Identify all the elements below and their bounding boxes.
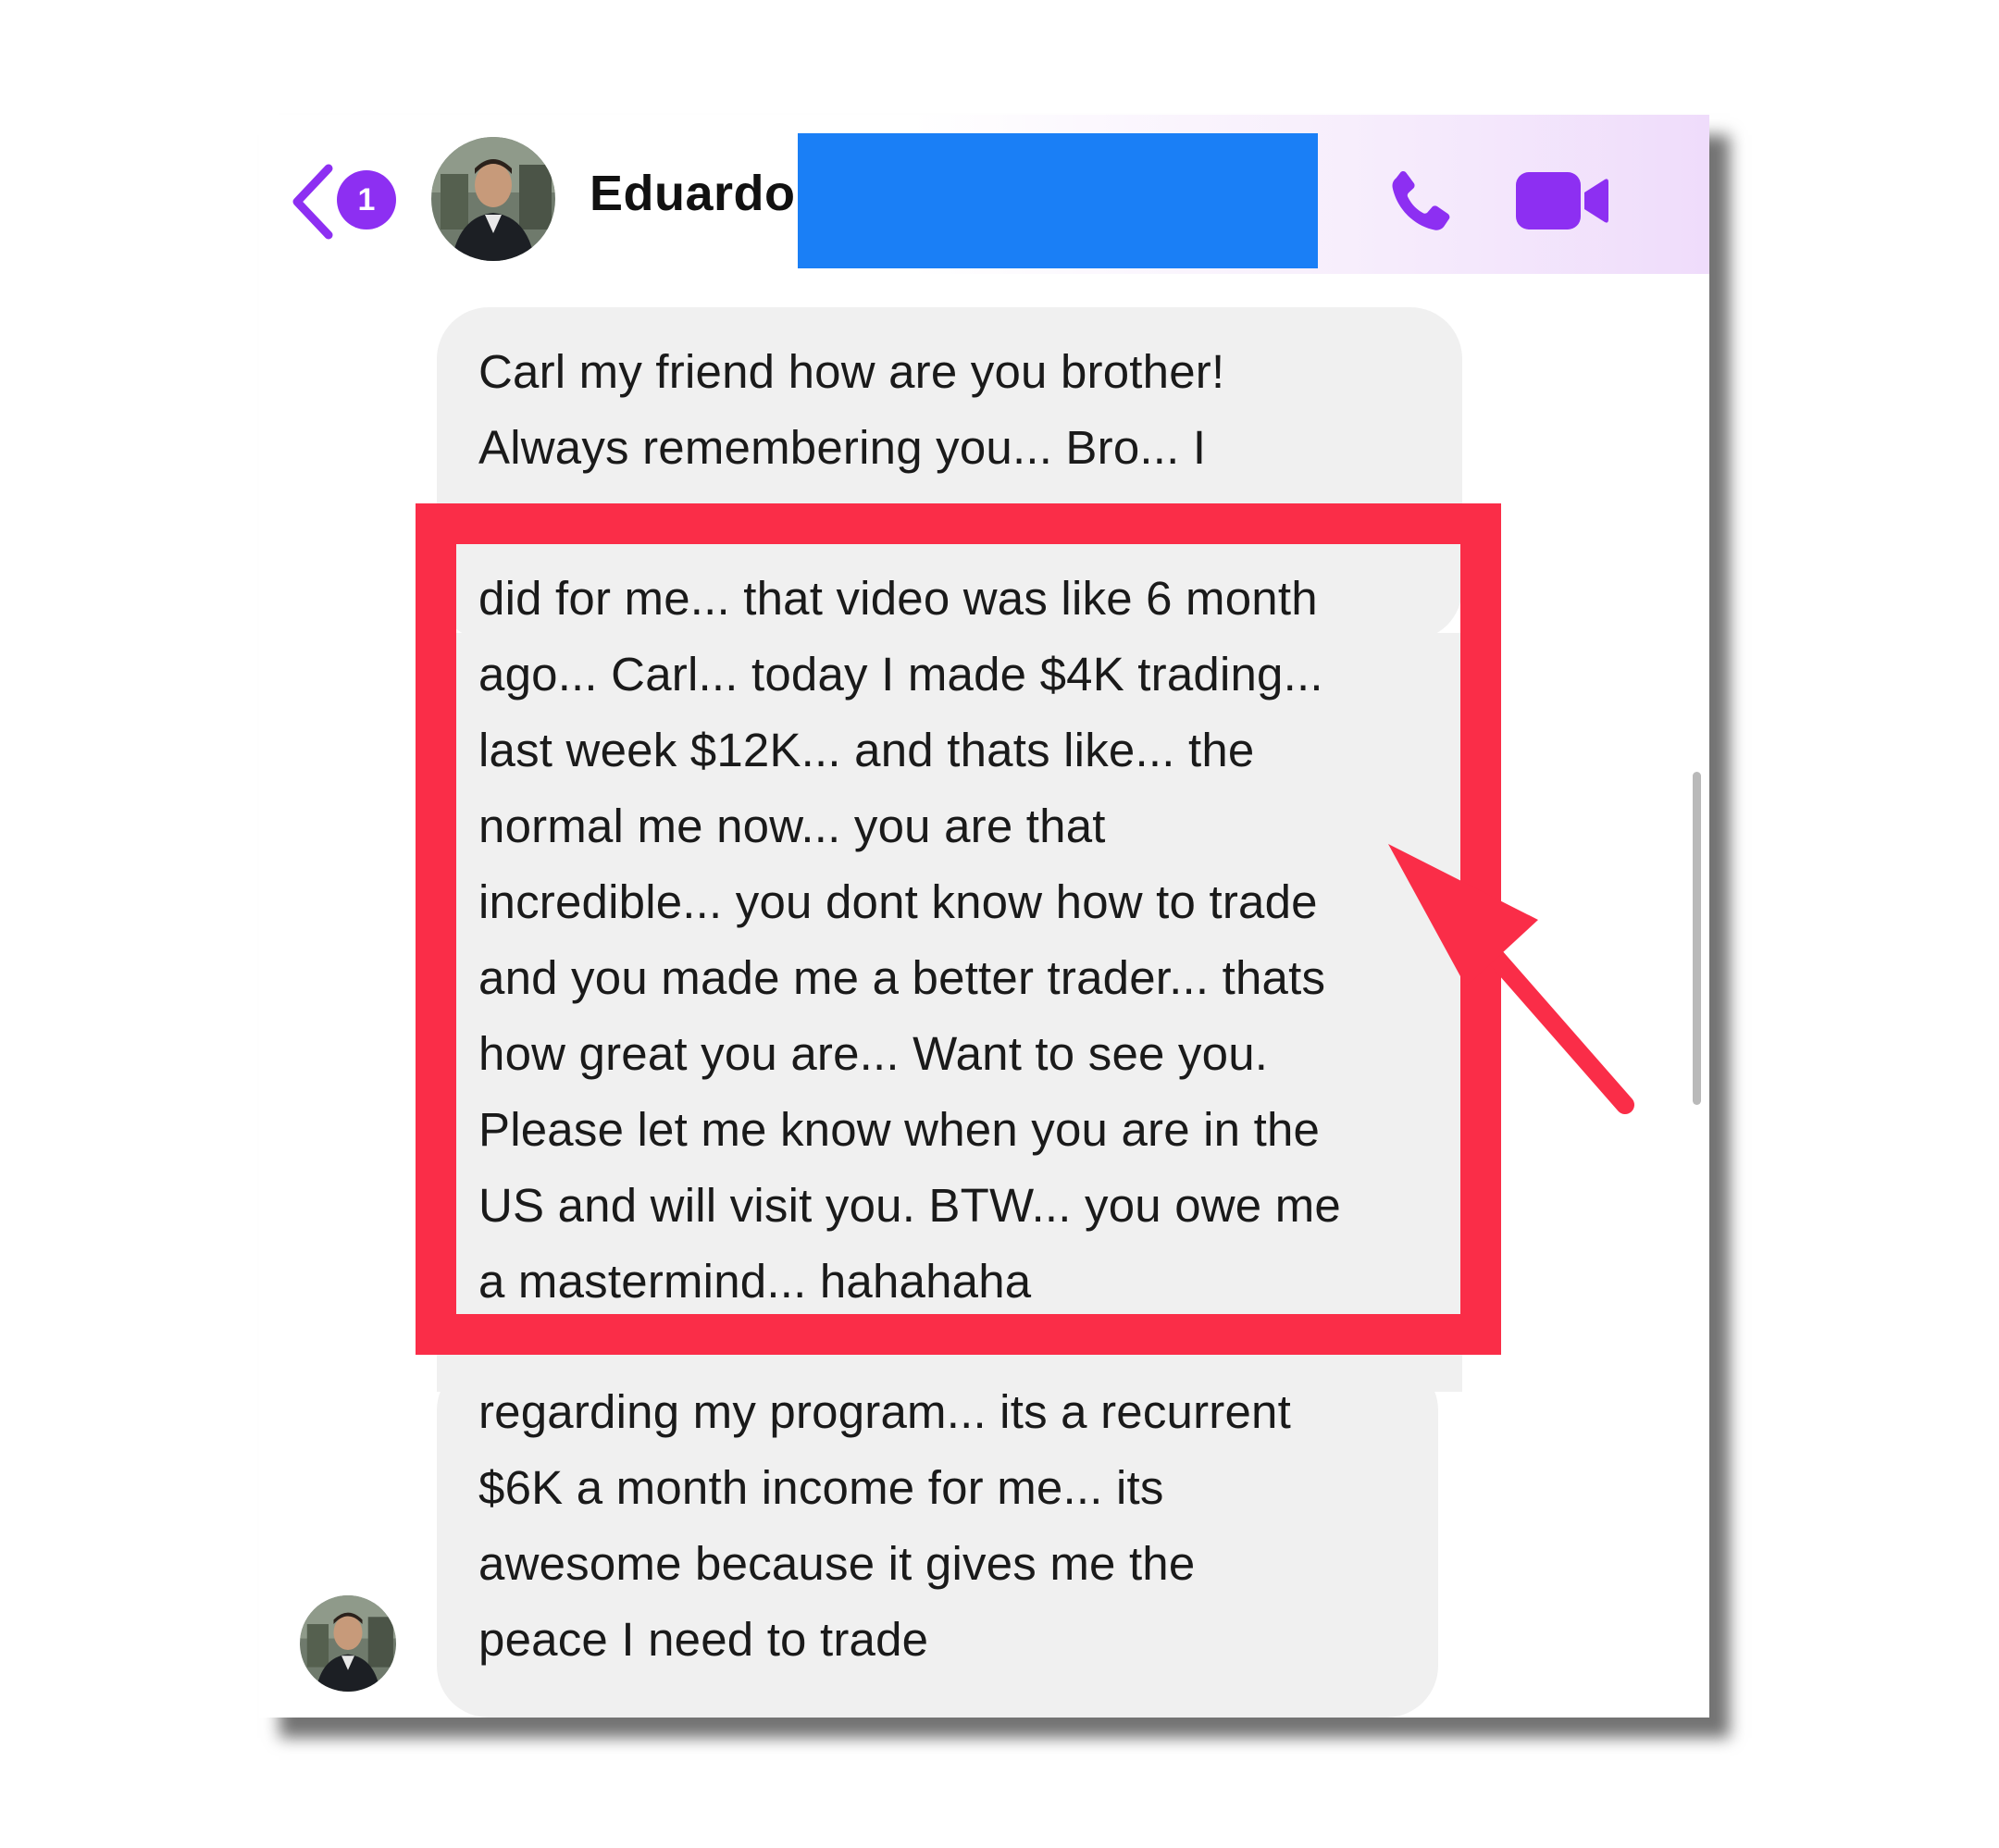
- chat-header: 1 Eduardo: [259, 115, 1709, 274]
- back-button[interactable]: 1: [290, 161, 410, 268]
- highlight-box: [416, 503, 1501, 1355]
- contact-name[interactable]: Eduardo: [590, 165, 796, 222]
- arrow-icon: [1388, 844, 1634, 1114]
- message-text-line: awesome because it gives me the: [478, 1537, 1196, 1590]
- scrollbar[interactable]: [1693, 772, 1701, 1105]
- redaction-block: [798, 133, 1318, 268]
- screenshot-stage: 1 Eduardo Carl my friend how are you bro…: [0, 0, 1999, 1848]
- avatar[interactable]: [300, 1595, 396, 1692]
- message-text-line: Carl my friend how are you brother!: [478, 345, 1225, 398]
- avatar[interactable]: [431, 137, 555, 261]
- video-call-button[interactable]: [1516, 170, 1608, 231]
- avatar-image: [300, 1595, 396, 1692]
- avatar-image: [431, 137, 555, 261]
- unread-badge: 1: [337, 170, 396, 229]
- message-text-line: Always remembering you... Bro... I: [478, 421, 1207, 474]
- video-camera-icon: [1516, 172, 1608, 229]
- message-text-line: peace I need to trade: [478, 1613, 929, 1666]
- chat-window: 1 Eduardo Carl my friend how are you bro…: [259, 115, 1709, 1718]
- chevron-left-icon: [292, 164, 333, 240]
- message-text-line: regarding my program... its a recurrent: [478, 1385, 1291, 1438]
- message-text-line: $6K a month income for me... its: [478, 1461, 1164, 1514]
- phone-icon: [1392, 170, 1450, 230]
- audio-call-button[interactable]: [1379, 165, 1459, 244]
